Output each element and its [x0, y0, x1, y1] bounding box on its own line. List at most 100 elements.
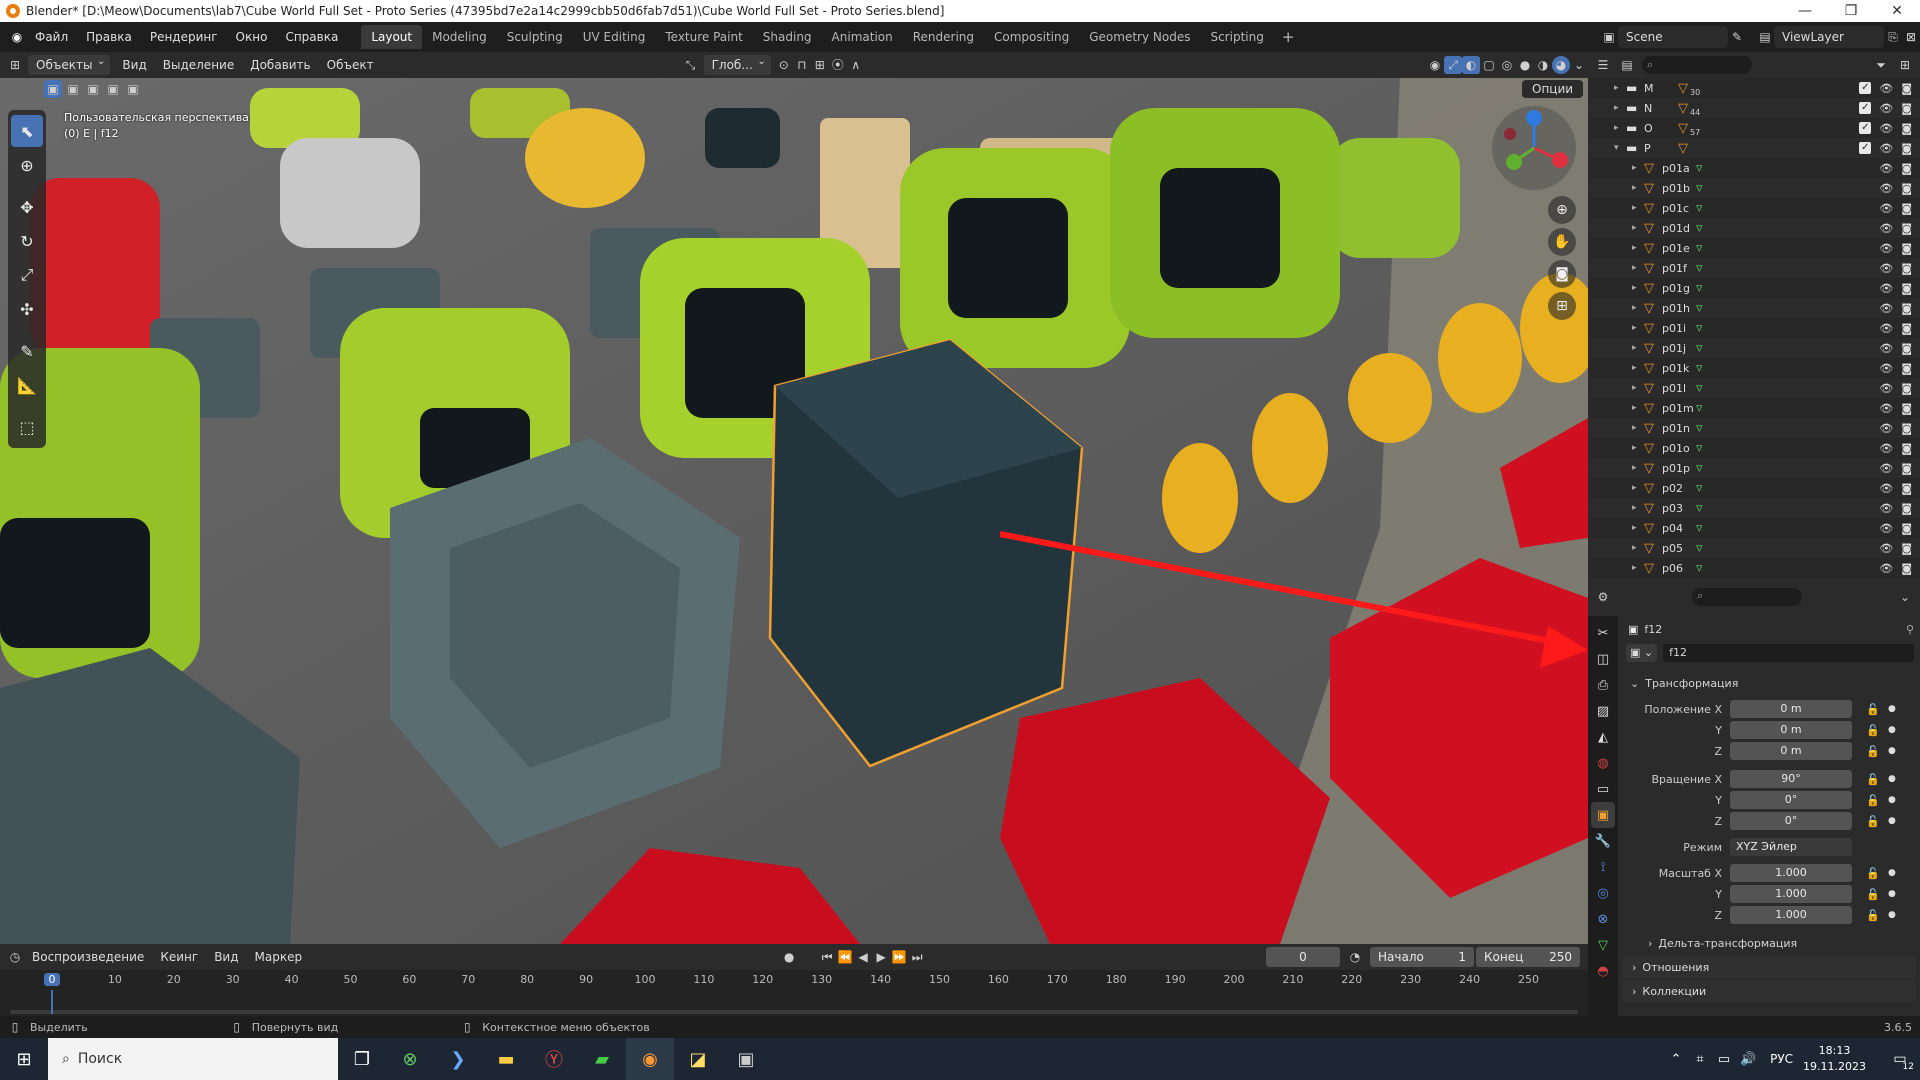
eye-icon[interactable]: 👁 — [1879, 302, 1893, 315]
keyframe-dot-icon[interactable]: ● — [1888, 704, 1896, 714]
outliner-object-row[interactable]: ▸ ▽ p01m ▿ 👁 ◙ — [1588, 398, 1920, 418]
camera-render-icon[interactable]: ◙ — [1901, 242, 1912, 255]
keyframe-dot-icon[interactable]: ● — [1888, 910, 1896, 920]
menu-keying[interactable]: Кеинг — [152, 950, 206, 964]
eye-icon[interactable]: 👁 — [1879, 442, 1893, 455]
particles-tab-icon[interactable]: ⟟ — [1591, 854, 1615, 880]
camera-render-icon[interactable]: ◙ — [1901, 362, 1912, 375]
transform-tool-icon[interactable]: ✣ — [11, 293, 43, 325]
keyframe-dot-icon[interactable]: ● — [1888, 816, 1896, 826]
outliner-search-input[interactable]: ⌕ — [1642, 56, 1752, 74]
ortho-grid-icon[interactable]: ⊞ — [1548, 292, 1576, 320]
gizmo-toggle-icon[interactable]: ⤢ — [1444, 56, 1462, 74]
task-view-icon[interactable]: ❐ — [338, 1038, 386, 1080]
camera-render-icon[interactable]: ◙ — [1901, 82, 1912, 95]
jump-start-icon[interactable]: ⏮ — [818, 948, 836, 966]
scale-z-field[interactable]: 1.000 — [1730, 906, 1852, 924]
scene-selector[interactable]: Scene — [1618, 26, 1728, 48]
taskbar-search-box[interactable]: ⌕ Поиск — [48, 1038, 338, 1080]
options-dropdown[interactable]: Опции — [1522, 80, 1584, 98]
eye-icon[interactable]: 👁 — [1879, 362, 1893, 375]
expand-right-icon[interactable]: ▸ — [1632, 283, 1644, 293]
editor-type-icon[interactable]: ⊞ — [6, 56, 24, 74]
keyframe-dot-icon[interactable]: ● — [1888, 725, 1896, 735]
expand-right-icon[interactable]: ▸ — [1632, 463, 1644, 473]
modifier-tab-icon[interactable]: 🔧 — [1591, 828, 1615, 854]
cursor-tool-icon[interactable]: ⊕ — [11, 149, 43, 181]
outliner-object-row[interactable]: ▸ ▽ p01g ▿ 👁 ◙ — [1588, 278, 1920, 298]
scene-tab-icon[interactable]: ◭ — [1591, 724, 1615, 750]
exclude-checkbox[interactable]: ✓ — [1859, 101, 1872, 114]
workspace-tab-geometry-nodes[interactable]: Geometry Nodes — [1079, 25, 1200, 49]
expand-right-icon[interactable]: ▸ — [1632, 543, 1644, 553]
keyframe-dot-icon[interactable]: ● — [1888, 868, 1896, 878]
eye-icon[interactable]: 👁 — [1879, 482, 1893, 495]
location-z-field[interactable]: 0 m — [1730, 742, 1852, 760]
location-x-field[interactable]: 0 m — [1730, 700, 1852, 718]
lock-icon[interactable]: 🔓 — [1866, 703, 1880, 716]
outliner-object-row[interactable]: ▸ ▽ p01c ▿ 👁 ◙ — [1588, 198, 1920, 218]
pivot-icon[interactable]: ⊙ — [775, 56, 793, 74]
camera-render-icon[interactable]: ◙ — [1901, 202, 1912, 215]
eye-icon[interactable]: 👁 — [1879, 502, 1893, 515]
annotate-tool-icon[interactable]: ✎ — [11, 335, 43, 367]
python-icon[interactable]: ◪ — [674, 1038, 722, 1080]
outliner-collection-row[interactable]: ▾ ▬ P ▽ ✓ 👁 ◙ — [1588, 138, 1920, 158]
select-tool-icon[interactable]: ⬉ — [11, 115, 43, 147]
viewlayer-selector[interactable]: ViewLayer — [1774, 26, 1884, 48]
tool-tab-icon[interactable]: ✂ — [1591, 620, 1615, 646]
camera-render-icon[interactable]: ◙ — [1901, 402, 1912, 415]
expand-right-icon[interactable]: ▸ — [1632, 343, 1644, 353]
expand-right-icon[interactable]: ▸ — [1632, 183, 1644, 193]
camera-render-icon[interactable]: ◙ — [1901, 102, 1912, 115]
outliner-object-row[interactable]: ▸ ▽ p01o ▿ 👁 ◙ — [1588, 438, 1920, 458]
expand-right-icon[interactable]: ▸ — [1632, 243, 1644, 253]
object-tab-icon[interactable]: ▣ — [1591, 802, 1615, 828]
outliner-object-row[interactable]: ▸ ▽ p01d ▿ 👁 ◙ — [1588, 218, 1920, 238]
workspace-tab-animation[interactable]: Animation — [822, 25, 903, 49]
outliner-object-row[interactable]: ▸ ▽ p01h ▿ 👁 ◙ — [1588, 298, 1920, 318]
new-viewlayer-icon[interactable]: ⎘ — [1884, 28, 1902, 46]
pin-icon[interactable]: ⚲ — [1906, 623, 1914, 636]
camera-render-icon[interactable]: ◙ — [1901, 122, 1912, 135]
camera-render-icon[interactable]: ◙ — [1901, 322, 1912, 335]
expand-right-icon[interactable]: ▸ — [1632, 303, 1644, 313]
expand-right-icon[interactable]: ▸ — [1632, 563, 1644, 573]
camera-render-icon[interactable]: ◙ — [1901, 182, 1912, 195]
outliner-object-row[interactable]: ▸ ▽ p05 ▿ 👁 ◙ — [1588, 538, 1920, 558]
3d-viewport[interactable] — [0, 78, 1588, 944]
eye-icon[interactable]: 👁 — [1879, 102, 1893, 115]
outliner-object-row[interactable]: ▸ ▽ p01a ▿ 👁 ◙ — [1588, 158, 1920, 178]
workspace-tab-shading[interactable]: Shading — [753, 25, 822, 49]
qt-creator-icon[interactable]: ▰ — [578, 1038, 626, 1080]
expand-right-icon[interactable]: ▸ — [1632, 403, 1644, 413]
expand-right-icon[interactable]: ▸ — [1614, 103, 1626, 113]
outliner-object-row[interactable]: ▸ ▽ p04 ▿ 👁 ◙ — [1588, 518, 1920, 538]
keyframe-dot-icon[interactable]: ● — [1888, 795, 1896, 805]
eye-icon[interactable]: 👁 — [1879, 222, 1893, 235]
outliner-object-row[interactable]: ▸ ▽ p01b ▿ 👁 ◙ — [1588, 178, 1920, 198]
snap-icon[interactable]: ⊓ — [793, 56, 811, 74]
workspace-tab-rendering[interactable]: Rendering — [903, 25, 984, 49]
lock-icon[interactable]: 🔓 — [1866, 724, 1880, 737]
exclude-checkbox[interactable]: ✓ — [1859, 141, 1872, 154]
outliner-object-row[interactable]: ▸ ▽ p01i ▿ 👁 ◙ — [1588, 318, 1920, 338]
eye-icon[interactable]: 👁 — [1879, 402, 1893, 415]
eye-icon[interactable]: 👁 — [1879, 202, 1893, 215]
tray-volume-icon[interactable]: 🔊 — [1736, 1038, 1760, 1080]
add-cube-tool-icon[interactable]: ⬚ — [11, 411, 43, 443]
eye-icon[interactable]: 👁 — [1879, 382, 1893, 395]
output-tab-icon[interactable]: ⎙ — [1591, 672, 1615, 698]
proportional-edit-icon[interactable]: ⦿ — [829, 56, 847, 74]
camera-render-icon[interactable]: ◙ — [1901, 162, 1912, 175]
tray-network-icon[interactable]: ⌗ — [1688, 1038, 1712, 1080]
scale-x-field[interactable]: 1.000 — [1730, 864, 1852, 882]
camera-render-icon[interactable]: ◙ — [1901, 262, 1912, 275]
delta-transform-section[interactable]: › Дельта-трансформация — [1618, 932, 1920, 954]
camera-render-icon[interactable]: ◙ — [1901, 222, 1912, 235]
blender-menu-icon[interactable]: ◉ — [8, 28, 26, 46]
menu-file[interactable]: Файл — [26, 30, 77, 44]
xbox-icon[interactable]: ⊗ — [386, 1038, 434, 1080]
eye-icon[interactable]: 👁 — [1879, 422, 1893, 435]
yandex-browser-icon[interactable]: Ⓨ — [530, 1038, 578, 1080]
